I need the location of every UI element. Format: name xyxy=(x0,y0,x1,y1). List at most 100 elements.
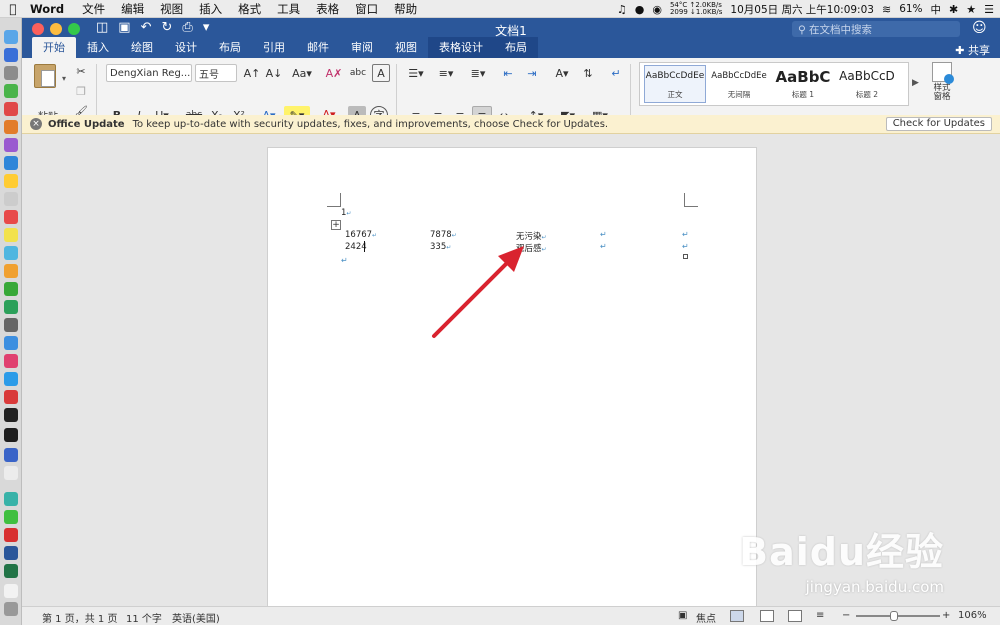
search-input[interactable]: ⚲ 在文档中搜索 xyxy=(792,21,960,37)
grow-font-icon[interactable]: A↑ xyxy=(242,64,262,82)
dock-app-icon[interactable] xyxy=(4,282,18,296)
print-layout-view-icon[interactable] xyxy=(730,610,744,622)
dock-app-icon[interactable] xyxy=(4,174,18,188)
outline-view-icon[interactable] xyxy=(788,610,802,622)
tab-view[interactable]: 视图 xyxy=(384,37,428,58)
dock-app-icon[interactable] xyxy=(4,528,18,542)
tab-review[interactable]: 审阅 xyxy=(340,37,384,58)
dock-finder-icon[interactable] xyxy=(4,30,18,44)
dock-app-icon[interactable] xyxy=(4,492,18,506)
menu-window[interactable]: 窗口 xyxy=(347,1,386,17)
tab-layout[interactable]: 布局 xyxy=(208,37,252,58)
font-name-select[interactable]: DengXian Reg... xyxy=(106,64,192,82)
input-method-indicator[interactable]: 中 xyxy=(931,2,942,17)
app-menu-word[interactable]: Word xyxy=(26,2,74,16)
dock-app-icon[interactable] xyxy=(4,246,18,260)
menu-edit[interactable]: 编辑 xyxy=(113,1,152,17)
language-indicator[interactable]: 英语(美国) xyxy=(172,610,220,625)
bullets-icon[interactable]: ☰▾ xyxy=(402,64,430,82)
decrease-indent-icon[interactable]: ⇤ xyxy=(498,64,518,82)
dock-app-icon[interactable] xyxy=(4,354,18,368)
zoom-slider-thumb[interactable] xyxy=(890,611,898,621)
dock-app-icon[interactable] xyxy=(4,264,18,278)
change-case-icon[interactable]: Aa▾ xyxy=(288,64,316,82)
dock-document-icon[interactable] xyxy=(4,584,18,598)
dock-app-icon[interactable] xyxy=(4,84,18,98)
dock-app-icon[interactable] xyxy=(4,210,18,224)
table-move-handle[interactable]: + xyxy=(331,220,341,230)
styles-pane-button[interactable]: 样式 窗格 xyxy=(928,62,956,120)
word-count[interactable]: 11 个字 xyxy=(126,610,162,625)
qq-icon[interactable]: ● xyxy=(635,3,645,16)
menu-table[interactable]: 表格 xyxy=(308,1,347,17)
battery-percent[interactable]: 61% xyxy=(899,3,922,15)
menu-tools[interactable]: 工具 xyxy=(269,1,308,17)
list-menu-icon[interactable]: ☰ xyxy=(984,3,994,16)
dock-app-icon[interactable] xyxy=(4,228,18,242)
zoom-slider-track[interactable] xyxy=(856,615,940,617)
dock-launchpad-icon[interactable] xyxy=(4,66,18,80)
paste-icon[interactable] xyxy=(34,64,56,88)
copy-icon[interactable]: ❐ xyxy=(72,82,90,100)
dock-app-icon[interactable] xyxy=(4,428,18,442)
menu-help[interactable]: 帮助 xyxy=(386,1,425,17)
page-count[interactable]: 第 1 页，共 1 页 xyxy=(42,610,117,625)
styles-more-arrow-icon[interactable]: ▶ xyxy=(912,78,919,88)
dock-app-icon[interactable] xyxy=(4,192,18,206)
tab-mailings[interactable]: 邮件 xyxy=(296,37,340,58)
focus-icon[interactable]: ▣ xyxy=(678,610,687,621)
phonetic-guide-icon[interactable]: abc xyxy=(348,64,368,82)
close-icon[interactable]: × xyxy=(30,118,42,130)
bluetooth-icon[interactable]: ✱ xyxy=(949,3,958,16)
web-layout-view-icon[interactable] xyxy=(760,610,774,622)
dock-app-icon[interactable] xyxy=(4,156,18,170)
check-for-updates-button[interactable]: Check for Updates xyxy=(885,117,992,131)
dock-app-icon[interactable] xyxy=(4,138,18,152)
feedback-smiley-icon[interactable]: ☺ xyxy=(972,20,987,36)
dock-app-icon[interactable] xyxy=(4,466,18,480)
style-normal[interactable]: AaBbCcDdEe 正文 xyxy=(644,65,706,103)
asian-layout-icon[interactable]: A▾ xyxy=(548,64,576,82)
draft-view-icon[interactable]: ≡ xyxy=(816,610,824,621)
tab-references[interactable]: 引用 xyxy=(252,37,296,58)
dock-app-icon[interactable] xyxy=(4,318,18,332)
dock-wechat-icon[interactable] xyxy=(4,510,18,524)
menubar-datetime[interactable]: 10月05日 周六 上午10:09:03 xyxy=(730,2,874,17)
shrink-font-icon[interactable]: A↓ xyxy=(264,64,284,82)
dock-safari-icon[interactable] xyxy=(4,48,18,62)
dock-app-icon[interactable] xyxy=(4,336,18,350)
document-page[interactable]: 1↵ + 16767↵ 7878↵ 无污染↵ ↵ ↵ 2424 335↵ 观后感 xyxy=(267,147,757,617)
menu-view[interactable]: 视图 xyxy=(152,1,191,17)
tab-design[interactable]: 设计 xyxy=(164,37,208,58)
style-heading-1[interactable]: AaBbC 标题 1 xyxy=(772,65,834,103)
tab-table-design[interactable]: 表格设计 xyxy=(428,37,494,58)
tab-draw[interactable]: 绘图 xyxy=(120,37,164,58)
table-resize-handle[interactable] xyxy=(683,254,688,259)
dock-app-icon[interactable] xyxy=(4,390,18,404)
menu-insert[interactable]: 插入 xyxy=(191,1,230,17)
increase-indent-icon[interactable]: ⇥ xyxy=(522,64,542,82)
cut-icon[interactable]: ✂ xyxy=(72,62,90,80)
dock-terminal-icon[interactable] xyxy=(4,408,18,422)
dock-trash-icon[interactable] xyxy=(4,602,18,616)
dock-word-icon[interactable] xyxy=(4,546,18,560)
dock-app-icon[interactable] xyxy=(4,372,18,386)
zoom-out-button[interactable]: − xyxy=(842,610,850,621)
paste-dropdown-icon[interactable]: ▾ xyxy=(62,74,66,83)
font-size-select[interactable]: 五号 xyxy=(195,64,237,82)
character-border-icon[interactable]: A xyxy=(372,64,390,82)
wifi-icon[interactable]: ≋ xyxy=(882,3,891,16)
tab-table-layout[interactable]: 布局 xyxy=(494,37,538,58)
star-icon[interactable]: ★ xyxy=(966,3,976,16)
numbering-icon[interactable]: ≡▾ xyxy=(432,64,460,82)
share-button[interactable]: ✚ 共享 xyxy=(955,42,990,58)
show-paragraph-marks-icon[interactable]: ↵ xyxy=(606,64,626,82)
dock-excel-icon[interactable] xyxy=(4,564,18,578)
dock-app-icon[interactable] xyxy=(4,300,18,314)
style-no-spacing[interactable]: AaBbCcDdEe 无间隔 xyxy=(708,65,770,103)
zoom-level[interactable]: 106% xyxy=(958,610,987,621)
tab-home[interactable]: 开始 xyxy=(32,37,76,58)
table-cell[interactable]: 7878↵ xyxy=(430,230,457,240)
globe-icon[interactable]: ◉ xyxy=(652,3,662,16)
dock-vpn-icon[interactable] xyxy=(4,448,18,462)
